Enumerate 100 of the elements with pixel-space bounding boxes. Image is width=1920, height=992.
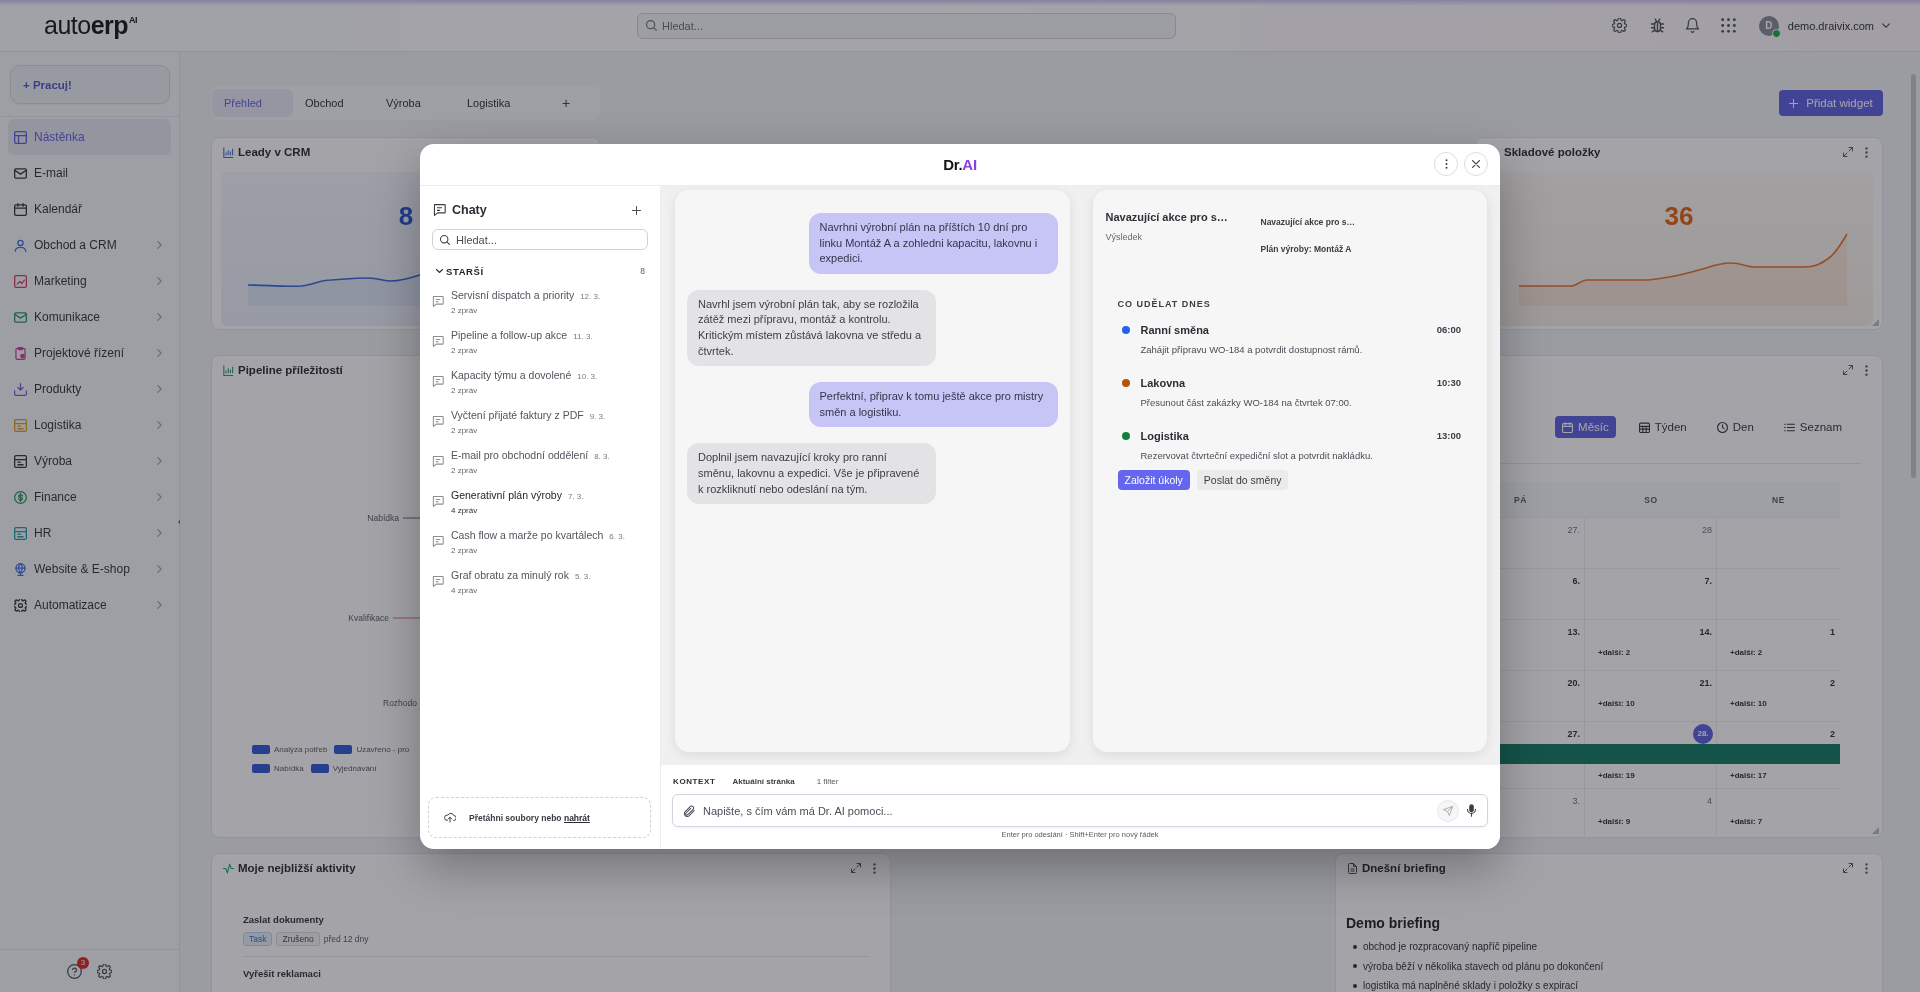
calendar-date[interactable]: 28 [1702,524,1712,537]
chevron-down-icon[interactable] [436,269,443,273]
send-icon [1443,805,1453,816]
apps-grid-icon[interactable] [1720,18,1736,33]
sidebar-item[interactable]: Automatizace [8,587,171,623]
microphone-icon[interactable] [1467,804,1476,817]
calendar-date[interactable]: 2 [1830,677,1835,690]
calendar-date[interactable]: 3. [1572,795,1580,808]
sidebar-item[interactable]: E-mail [8,155,171,191]
chat-item[interactable]: Generativní plán výroby 7. 3. 4 zpráv [432,487,648,527]
view-button[interactable]: Týden [1631,416,1694,438]
sidebar-item[interactable]: Marketing [8,263,171,299]
work-button[interactable]: + Pracuj! [10,65,170,104]
more-events-link[interactable]: +další: 17 [1730,770,1767,782]
legend-label[interactable]: Vyjednávání [332,764,377,773]
sidebar-item[interactable]: Produkty [8,371,171,407]
chat-item[interactable]: Kapacity týmu a dovolené 10. 3. 2 zpráv [432,367,648,407]
scrollbar-thumb[interactable] [1911,74,1916,478]
user-name[interactable]: demo.draivix.com [1787,19,1874,32]
chat-item[interactable]: Vyčtení přijaté faktury z PDF 9. 3. 2 zpráv [432,407,648,447]
calendar-date[interactable]: 28. [1693,724,1713,744]
logo[interactable]: autoerp$^{AI}$ [44,11,138,39]
caret-icon[interactable] [1882,23,1890,28]
calendar-date[interactable]: 27. [1567,524,1580,537]
kebab-menu-icon[interactable] [873,862,876,874]
settings-icon[interactable] [97,963,112,979]
more-events-link[interactable]: +další: 10 [1598,698,1635,715]
legend-label[interactable]: Nabídka [274,764,304,773]
kebab-menu-icon[interactable] [1865,364,1868,376]
activity-title[interactable]: Zaslat dokumenty [243,914,869,926]
more-events-link[interactable]: +další: 2 [1730,647,1763,664]
upload-link[interactable]: nahrát [563,812,590,823]
resize-handle-icon[interactable] [1872,319,1879,326]
close-button[interactable] [1464,152,1488,176]
calendar-date[interactable]: 4 [1707,795,1712,808]
calendar-date[interactable]: 2 [1830,728,1835,741]
kebab-menu-icon[interactable] [1865,862,1868,874]
message-input[interactable]: Napište, s čím vám má Dr. AI pomoci... [672,794,1488,827]
bug-icon[interactable] [1649,18,1665,33]
create-tasks-button[interactable]: Založit úkoly [1117,470,1190,490]
help-icon[interactable] [67,963,82,979]
sidebar-item[interactable]: Website & E-shop [8,551,171,587]
sidebar-item[interactable]: Obchod a CRM [8,227,171,263]
bell-icon[interactable] [1684,18,1700,33]
calendar-date[interactable]: 13. [1567,626,1580,639]
search-field[interactable]: Hledat... [637,12,1176,39]
chat-search-field[interactable]: Hledat... [432,229,648,250]
result-title: Navazující akce pro s… [1105,210,1229,225]
chat-item[interactable]: Cash flow a marže po kvartálech 6. 3. 2 zpráv [432,527,648,567]
view-button[interactable]: Den [1709,416,1761,438]
expand-icon[interactable] [1843,147,1853,157]
plus-icon[interactable] [632,205,641,215]
more-events-link[interactable]: +další: 19 [1598,770,1635,782]
expand-icon[interactable] [1843,863,1853,873]
sidebar-item[interactable]: Finance [8,479,171,515]
add-tab-button[interactable]: + [562,95,571,111]
more-events-link[interactable]: +další: 10 [1730,698,1767,715]
sidebar-item[interactable]: Projektové řízení [8,335,171,371]
chat-item[interactable]: Pipeline a follow-up akce 11. 3. 2 zpráv [432,327,648,367]
sidebar-item[interactable]: Logistika [8,407,171,443]
expand-icon[interactable] [851,863,861,873]
calendar-date[interactable]: 6. [1572,575,1580,588]
sidebar-item[interactable]: Komunikace [8,299,171,335]
chat-item[interactable]: E-mail pro obchodní oddělení 8. 3. 2 zpráv [432,447,648,487]
more-events-link[interactable]: +další: 9 [1598,816,1631,833]
calendar-date[interactable]: 14. [1699,626,1712,639]
chat-item[interactable]: Servisní dispatch a priority 12. 3. 2 zpráv [432,287,648,327]
artifact-link[interactable]: Plán výroby: Montáž A [1260,243,1355,255]
calendar-date[interactable]: 7. [1704,575,1712,588]
sidebar-item[interactable]: HR [8,515,171,551]
kebab-menu-icon[interactable] [1865,146,1868,158]
tab[interactable]: Obchod [293,89,374,117]
settings-icon[interactable] [1611,18,1627,33]
activity-title[interactable]: Vyřešit reklamaci [243,968,869,980]
calendar-date[interactable]: 20. [1567,677,1580,690]
legend-label[interactable]: Analýza potřeb [274,745,328,754]
view-button[interactable]: Seznam [1776,416,1849,438]
tab[interactable]: Výroba [374,89,455,117]
chat-date: 9. 3. [589,411,606,423]
chat-item[interactable]: Graf obratu za minulý rok 5. 3. 4 zpráv [432,567,648,607]
context-filter[interactable]: 1 filter [816,776,839,786]
calendar-date[interactable]: 21. [1699,677,1712,690]
expand-icon[interactable] [1843,365,1853,375]
send-to-shift-button[interactable]: Poslat do směny [1196,470,1289,490]
tab[interactable]: Logistika [455,89,536,117]
calendar-date[interactable]: 27. [1567,728,1580,741]
legend-label[interactable]: Uzavřeno - pro [356,745,410,754]
paperclip-icon[interactable] [683,804,695,817]
context-scope[interactable]: Aktuální stránka [732,776,795,786]
add-widget-button[interactable]: Přidat widget [1779,90,1883,116]
view-button[interactable]: Měsíc [1555,416,1616,438]
artifact-link[interactable]: Navazující akce pro s… [1260,216,1355,228]
group-label[interactable]: STARŠÍ [446,265,484,277]
sidebar-item[interactable]: Výroba [8,443,171,479]
calendar-date[interactable]: 1 [1830,626,1835,639]
resize-handle-icon[interactable] [1872,827,1879,834]
sidebar-item[interactable]: Kalendář [8,191,171,227]
more-events-link[interactable]: +další: 2 [1598,647,1631,664]
more-events-link[interactable]: +další: 7 [1730,816,1763,833]
file-dropzone[interactable]: Přetáhni soubory nebo nahrát [428,797,651,838]
